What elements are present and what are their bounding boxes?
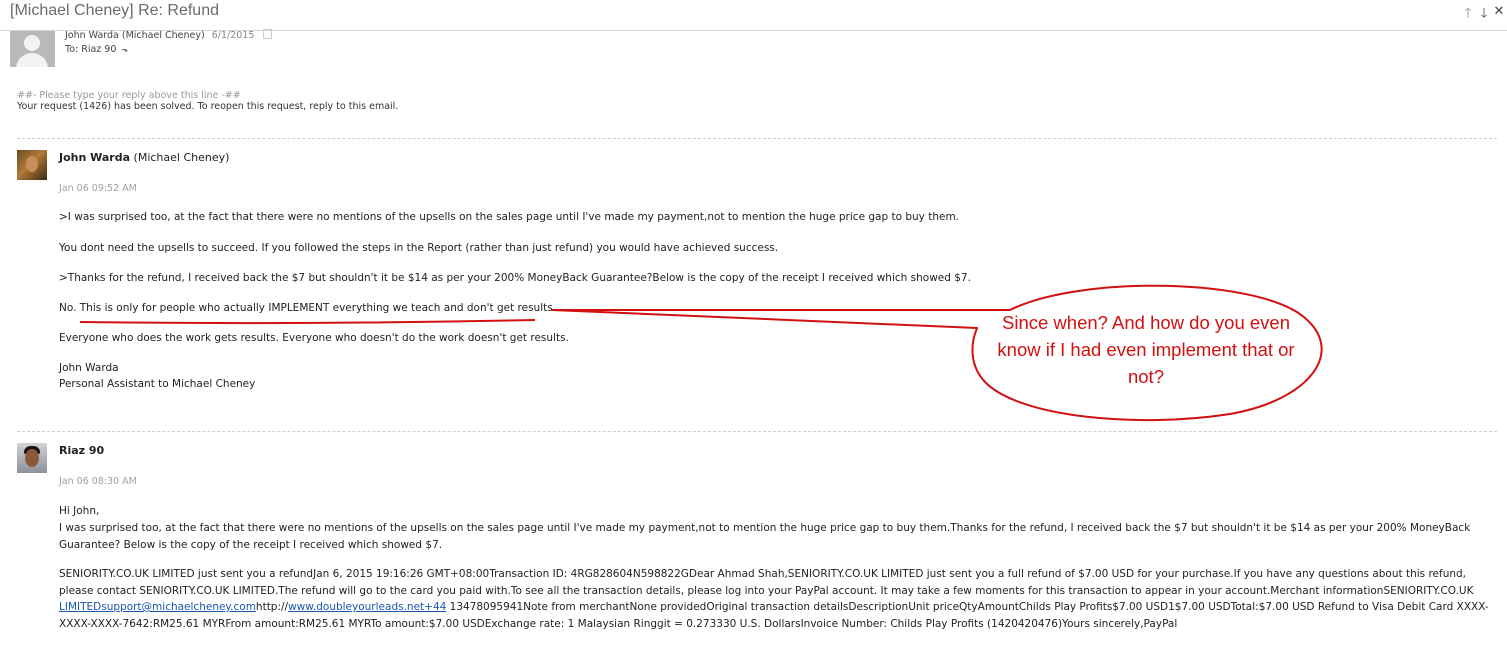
msg2-timestamp: Jan 06 08:30 AM — [59, 476, 137, 487]
msg2-sender-name: Riaz 90 — [59, 444, 105, 457]
riaz-avatar — [17, 443, 47, 473]
receipt-text-a: SENIORITY.CO.UK LIMITED just sent you a … — [59, 568, 1474, 597]
msg2-sender: Riaz 90 — [59, 444, 104, 457]
doubleyourleads-link[interactable]: www.doubleyourleads.net+44 — [288, 601, 446, 613]
receipt-http: http:// — [255, 601, 289, 613]
msg2-receipt: SENIORITY.CO.UK LIMITED just sent you a … — [59, 566, 1499, 632]
message-divider-2 — [17, 431, 1497, 432]
annotation-callout-text: Since when? And how do you even know if … — [997, 312, 1295, 387]
support-email-link[interactable]: LIMITEDsupport@michaelcheney.com — [59, 601, 256, 613]
annotation-underline — [79, 319, 536, 325]
msg2-greeting: Hi John, — [59, 505, 100, 517]
msg2-body: I was surprised too, at the fact that th… — [59, 522, 1471, 551]
